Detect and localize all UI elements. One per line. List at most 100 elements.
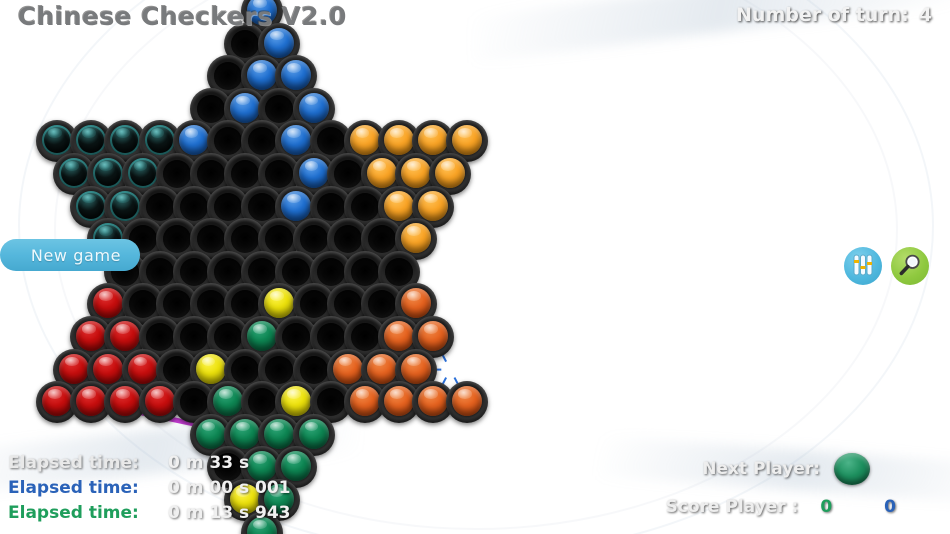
board-peg-blue[interactable]: [292, 87, 335, 130]
board-hole[interactable]: [258, 218, 301, 261]
board-hole[interactable]: [189, 218, 232, 261]
board-peg-red[interactable]: [87, 283, 130, 326]
board-peg-red[interactable]: [87, 348, 130, 391]
board-hole[interactable]: [309, 316, 352, 358]
board-hole[interactable]: [343, 316, 386, 358]
board-peg-amber[interactable]: [412, 185, 455, 228]
board-peg-blue[interactable]: [172, 120, 215, 163]
board-hole[interactable]: [326, 153, 369, 195]
board-peg-amber[interactable]: [360, 153, 403, 195]
board-hole[interactable]: [378, 250, 420, 293]
board-peg-teal[interactable]: [121, 153, 164, 195]
board-hole[interactable]: [207, 120, 249, 163]
board-peg-amber[interactable]: [395, 153, 438, 195]
board-hole[interactable]: [207, 250, 249, 293]
board-peg-orange[interactable]: [395, 348, 438, 391]
board-peg-red[interactable]: [70, 316, 113, 358]
board-hole[interactable]: [241, 185, 284, 228]
board-peg-blue[interactable]: [224, 87, 267, 130]
board-peg-yellow[interactable]: [258, 283, 301, 326]
board-hole[interactable]: [309, 185, 352, 228]
settings-button[interactable]: [844, 247, 882, 285]
board-hole[interactable]: [241, 250, 284, 293]
board-hole[interactable]: [172, 381, 215, 424]
board-hole[interactable]: [207, 55, 249, 98]
board-hole[interactable]: [326, 218, 369, 261]
board-hole[interactable]: [360, 218, 403, 261]
board-hole[interactable]: [309, 381, 352, 424]
board-hole[interactable]: [172, 185, 215, 228]
board-hole[interactable]: [207, 316, 249, 358]
board-hole[interactable]: [121, 283, 164, 326]
board-hole[interactable]: [189, 153, 232, 195]
board-peg-red[interactable]: [53, 348, 96, 391]
board-hole[interactable]: [172, 316, 215, 358]
board-peg-teal[interactable]: [104, 120, 147, 163]
board-hole[interactable]: [292, 348, 335, 391]
board-peg-green[interactable]: [241, 316, 284, 358]
board-peg-red[interactable]: [70, 381, 113, 424]
board-hole[interactable]: [258, 87, 301, 130]
board-peg-red[interactable]: [104, 316, 147, 358]
board-hole[interactable]: [241, 120, 284, 163]
board-peg-blue[interactable]: [241, 55, 284, 98]
board-hole[interactable]: [138, 250, 181, 293]
board-hole[interactable]: [189, 87, 232, 130]
board-peg-amber[interactable]: [395, 218, 438, 261]
board-peg-teal[interactable]: [87, 153, 130, 195]
board-peg-orange[interactable]: [343, 381, 386, 424]
board-peg-red[interactable]: [138, 381, 181, 424]
board-hole[interactable]: [343, 250, 386, 293]
board-peg-blue[interactable]: [275, 185, 318, 228]
board-hole[interactable]: [207, 185, 249, 228]
board-hole[interactable]: [224, 218, 267, 261]
board-peg-teal[interactable]: [70, 120, 113, 163]
board-peg-green[interactable]: [292, 413, 335, 456]
board-peg-red[interactable]: [121, 348, 164, 391]
board-hole[interactable]: [155, 348, 198, 391]
board-hole[interactable]: [172, 250, 215, 293]
board-hole[interactable]: [292, 283, 335, 326]
board-peg-green[interactable]: [207, 381, 249, 424]
board-peg-green[interactable]: [189, 413, 232, 456]
board-hole[interactable]: [275, 316, 318, 358]
board-peg-teal[interactable]: [36, 120, 78, 163]
board-peg-orange[interactable]: [412, 381, 455, 424]
board-hole[interactable]: [309, 120, 352, 163]
board-peg-red[interactable]: [104, 381, 147, 424]
board-hole[interactable]: [138, 185, 181, 228]
board-peg-orange[interactable]: [395, 283, 438, 326]
board-hole[interactable]: [224, 348, 267, 391]
board-peg-teal[interactable]: [53, 153, 96, 195]
board-peg-amber[interactable]: [378, 185, 420, 228]
board-hole[interactable]: [189, 283, 232, 326]
board-hole[interactable]: [224, 153, 267, 195]
board-peg-yellow[interactable]: [189, 348, 232, 391]
board-peg-amber[interactable]: [429, 153, 472, 195]
board-hole[interactable]: [343, 185, 386, 228]
board-peg-green[interactable]: [258, 413, 301, 456]
zoom-button[interactable]: [891, 247, 929, 285]
board-peg-orange[interactable]: [326, 348, 369, 391]
board-peg-amber[interactable]: [446, 120, 489, 163]
board-peg-amber[interactable]: [412, 120, 455, 163]
board-hole[interactable]: [360, 283, 403, 326]
board-peg-green[interactable]: [224, 413, 267, 456]
board-peg-orange[interactable]: [378, 381, 420, 424]
board-hole[interactable]: [138, 316, 181, 358]
board-peg-selected[interactable]: [241, 381, 284, 424]
board-peg-amber[interactable]: [378, 120, 420, 163]
board-hole[interactable]: [275, 250, 318, 293]
board-hole[interactable]: [155, 283, 198, 326]
new-game-button[interactable]: New game: [0, 239, 140, 271]
board-peg-blue[interactable]: [292, 153, 335, 195]
board-peg-yellow[interactable]: [275, 381, 318, 424]
board-hole[interactable]: [326, 283, 369, 326]
board-peg-blue[interactable]: [275, 55, 318, 98]
board-hole[interactable]: [224, 283, 267, 326]
board-peg-orange[interactable]: [412, 316, 455, 358]
board-peg-amber[interactable]: [343, 120, 386, 163]
board-peg-teal[interactable]: [70, 185, 113, 228]
board-peg-teal[interactable]: [104, 185, 147, 228]
board-peg-teal[interactable]: [138, 120, 181, 163]
